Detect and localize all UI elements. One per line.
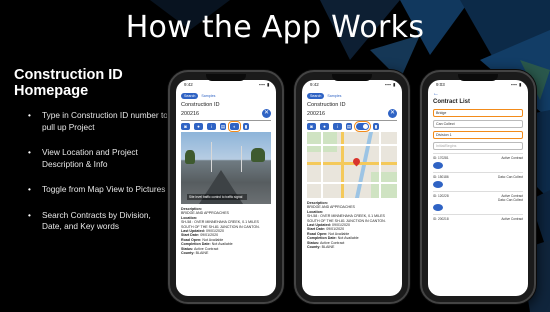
document-icon[interactable]: ▤: [220, 123, 226, 130]
phone-screen: 9:42 ▪▪▪ ▮ Search Samples Construction I…: [302, 80, 402, 296]
tab-samples[interactable]: Samples: [201, 94, 215, 98]
division-input[interactable]: Division 1: [433, 131, 523, 139]
icon-toolbar: ◙ ● i ▤ ◐ ▮: [181, 121, 271, 132]
tab-samples[interactable]: Samples: [327, 94, 341, 98]
phone-screen: 9:42 ▪▪▪ ▮ Search Samples Construction I…: [176, 80, 276, 296]
phone-photo-view: 9:42 ▪▪▪ ▮ Search Samples Construction I…: [168, 70, 284, 304]
status-time: 9:42: [184, 82, 193, 87]
keyword-input[interactable]: Bridge: [433, 109, 523, 117]
location-icon[interactable]: ●: [320, 123, 329, 130]
info-icon[interactable]: i: [333, 123, 342, 130]
map-photo-toggle[interactable]: [354, 121, 371, 132]
phone-contract-list: 9:03 ▪▪▪ ▮ ← Contract List Bridge Can Co…: [420, 70, 536, 304]
feature-item: Search Contracts by Division, Date, and …: [28, 210, 168, 233]
status-bar: 9:03 ▪▪▪ ▮: [428, 80, 528, 89]
document-icon[interactable]: ▤: [346, 123, 352, 130]
construction-id-field[interactable]: 200216 ✕: [181, 108, 271, 121]
view-toggle-button[interactable]: ◐: [228, 121, 241, 132]
tab-bar: Search Samples: [181, 93, 271, 99]
signal-icon: ▪▪▪ ▮: [384, 82, 396, 87]
section-heading: Construction ID Homepage: [14, 67, 123, 99]
signal-icon: ▪▪▪ ▮: [510, 82, 522, 87]
phone-notch: [206, 74, 246, 81]
info-icon[interactable]: i: [207, 123, 216, 130]
project-map[interactable]: [307, 132, 397, 198]
open-contract-button[interactable]: [433, 162, 443, 169]
project-photo: Site level traffic control to traffic si…: [181, 132, 271, 204]
back-arrow-icon[interactable]: ←: [433, 91, 523, 98]
construction-id-value[interactable]: 200216: [181, 111, 199, 117]
feature-item: View Location and Project Description & …: [28, 147, 168, 170]
share-icon[interactable]: ▮: [373, 123, 379, 130]
photo-caption: Site level traffic control to traffic si…: [187, 194, 247, 200]
feature-list: Type in Construction ID number to pull u…: [28, 110, 168, 247]
tab-search[interactable]: Search: [181, 93, 199, 99]
open-contract-button[interactable]: [433, 204, 443, 211]
open-contract-button[interactable]: [433, 181, 443, 188]
icon-toolbar: ◙ ● i ▤ ▮: [307, 121, 397, 132]
camera-icon[interactable]: ◙: [307, 123, 316, 130]
construction-id-value[interactable]: 200216: [307, 111, 325, 117]
project-description: Description: BRIDGE AND APPROACHES Locat…: [307, 201, 386, 250]
tab-search[interactable]: Search: [307, 93, 325, 99]
location-icon[interactable]: ●: [194, 123, 203, 130]
slide-title: How the App Works: [125, 10, 425, 45]
contract-list-title: Contract List: [433, 99, 471, 105]
close-icon[interactable]: ✕: [388, 109, 397, 118]
phone-notch: [332, 74, 372, 81]
project-description: Description: BRIDGE AND APPROACHES Locat…: [181, 207, 260, 256]
status-bar: 9:42 ▪▪▪ ▮: [302, 80, 402, 89]
data-filter-input[interactable]: Can Collect: [433, 120, 523, 128]
phone-map-view: 9:42 ▪▪▪ ▮ Search Samples Construction I…: [294, 70, 410, 304]
status-time: 9:42: [310, 82, 319, 87]
status-time: 9:03: [436, 82, 445, 87]
contract-row[interactable]: ID: 170281 Active Contract: [433, 153, 523, 172]
contract-row[interactable]: ID: 200218 Active Contract: [433, 214, 523, 223]
date-input[interactable]: Initial/Begins: [433, 142, 523, 150]
camera-icon[interactable]: ◙: [181, 123, 190, 130]
tab-bar: Search Samples: [307, 93, 397, 99]
construction-id-field[interactable]: 200216 ✕: [307, 108, 397, 121]
feature-item: Toggle from Map View to Pictures: [28, 184, 168, 196]
share-icon[interactable]: ▮: [243, 123, 249, 130]
status-bar: 9:42 ▪▪▪ ▮: [176, 80, 276, 89]
feature-item: Type in Construction ID number to pull u…: [28, 110, 168, 133]
phone-screen: 9:03 ▪▪▪ ▮ ← Contract List Bridge Can Co…: [428, 80, 528, 296]
contract-row[interactable]: ID: 150186 Data: Can Collect: [433, 172, 523, 191]
phone-notch: [458, 74, 498, 81]
signal-icon: ▪▪▪ ▮: [258, 82, 270, 87]
close-icon[interactable]: ✕: [262, 109, 271, 118]
contract-row[interactable]: ID: 120228 Active Contract Data: Can Col…: [433, 191, 523, 214]
